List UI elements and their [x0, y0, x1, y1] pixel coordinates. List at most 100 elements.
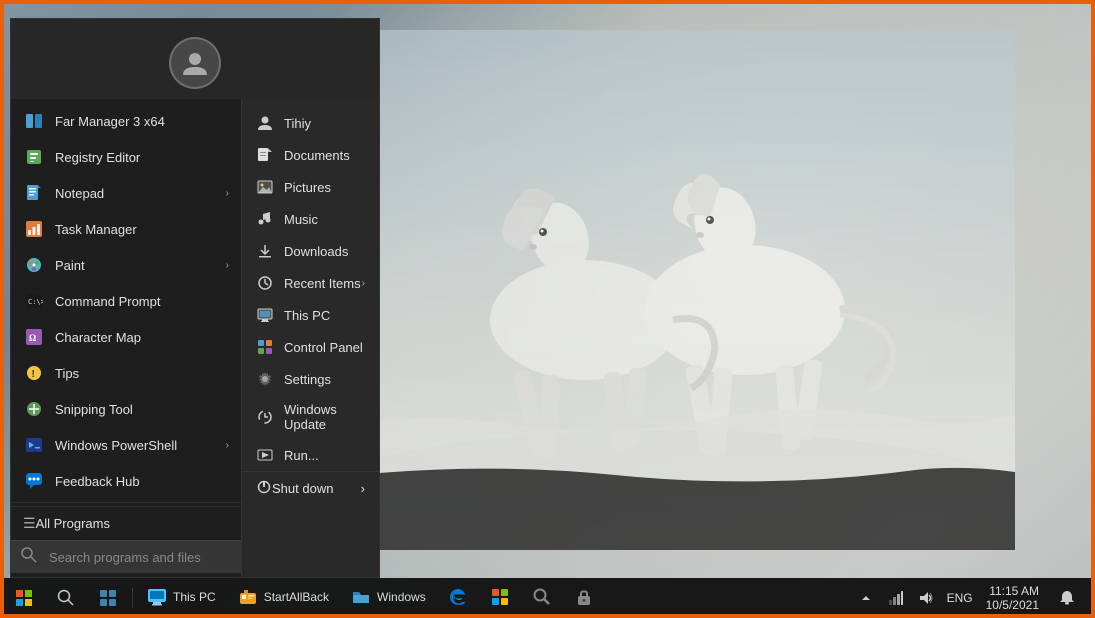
- documents-label: Documents: [284, 148, 350, 163]
- taskbar-app-magnifier[interactable]: [522, 578, 562, 618]
- control-panel-icon: [256, 338, 274, 356]
- right-item-downloads[interactable]: Downloads: [242, 235, 379, 267]
- windows-update-label: Windows Update: [284, 402, 365, 432]
- windows-powershell-icon: [23, 434, 45, 456]
- documents-icon: [256, 146, 274, 164]
- network-icon[interactable]: [882, 578, 910, 618]
- paint-icon: [23, 254, 45, 276]
- menu-item-far-manager[interactable]: Far Manager 3 x64: [11, 103, 241, 139]
- paint-label: Paint: [55, 258, 226, 273]
- all-programs-item[interactable]: ☰ All Programs: [11, 506, 241, 540]
- notepad-label: Notepad: [55, 186, 226, 201]
- menu-item-feedback-hub[interactable]: Feedback Hub: [11, 463, 241, 499]
- recent-items-arrow: ›: [362, 278, 365, 289]
- language-button[interactable]: ENG: [942, 578, 978, 618]
- notepad-arrow: ›: [226, 188, 229, 199]
- feedback-hub-icon: [23, 470, 45, 492]
- notification-button[interactable]: [1047, 578, 1087, 618]
- taskbar-app-startallback[interactable]: StartAllBack: [228, 578, 339, 618]
- menu-columns: Far Manager 3 x64 Registry Editor Notepa…: [11, 99, 379, 577]
- svg-text:Ω: Ω: [29, 333, 36, 343]
- character-map-label: Character Map: [55, 330, 229, 345]
- menu-item-paint[interactable]: Paint ›: [11, 247, 241, 283]
- search-bar: [11, 540, 241, 573]
- volume-status-icon: [918, 590, 934, 606]
- downloads-label: Downloads: [284, 244, 348, 259]
- windows-start-button[interactable]: [4, 578, 44, 618]
- menu-item-task-manager[interactable]: Task Manager: [11, 211, 241, 247]
- tips-icon: !: [23, 362, 45, 384]
- windows-folder-label: Windows: [377, 590, 426, 604]
- right-item-user[interactable]: Tihiy: [242, 107, 379, 139]
- menu-left-column: Far Manager 3 x64 Registry Editor Notepa…: [11, 99, 241, 577]
- task-manager-icon: [23, 218, 45, 240]
- right-item-control-panel[interactable]: Control Panel: [242, 331, 379, 363]
- windows-folder-icon: [351, 587, 371, 607]
- pictures-label: Pictures: [284, 180, 331, 195]
- recent-items-label: Recent Items: [284, 276, 361, 291]
- user-avatar[interactable]: [169, 37, 221, 89]
- edge-icon: [448, 587, 468, 607]
- right-item-windows-update[interactable]: Windows Update: [242, 395, 379, 439]
- this-pc-taskbar-icon: [147, 587, 167, 607]
- volume-icon[interactable]: [912, 578, 940, 618]
- clock[interactable]: 11:15 AM 10/5/2021: [980, 578, 1045, 618]
- menu-right-column: Tihiy Documents Pictures: [241, 99, 379, 577]
- taskbar-left: This PC StartAllBack Windows: [4, 578, 604, 618]
- snipping-tool-icon: [23, 398, 45, 420]
- windows-update-icon: [256, 408, 274, 426]
- menu-item-command-prompt[interactable]: C:\> Command Prompt: [11, 283, 241, 319]
- shutdown-item[interactable]: Shut down ›: [242, 471, 379, 505]
- search-input[interactable]: [49, 550, 231, 565]
- menu-item-character-map[interactable]: Ω Character Map: [11, 319, 241, 355]
- pictures-icon: [256, 178, 274, 196]
- all-programs-label: All Programs: [36, 516, 110, 531]
- right-item-settings[interactable]: Settings: [242, 363, 379, 395]
- run-icon: [256, 446, 274, 464]
- menu-divider: [11, 502, 241, 503]
- command-prompt-label: Command Prompt: [55, 294, 229, 309]
- taskbar: This PC StartAllBack Windows: [0, 578, 1095, 618]
- menu-item-windows-powershell[interactable]: Windows PowerShell ›: [11, 427, 241, 463]
- taskbar-search-button[interactable]: [46, 578, 86, 618]
- music-icon: [256, 210, 274, 228]
- menu-item-snipping-tool[interactable]: Snipping Tool: [11, 391, 241, 427]
- taskbar-app-this-pc[interactable]: This PC: [137, 578, 226, 618]
- desktop-wallpaper: [315, 30, 1015, 550]
- right-item-this-pc[interactable]: This PC: [242, 299, 379, 331]
- far-manager-label: Far Manager 3 x64: [55, 114, 229, 129]
- recent-items-icon: [256, 274, 274, 292]
- taskbar-app-bitlocker[interactable]: [564, 578, 604, 618]
- control-panel-label: Control Panel: [284, 340, 363, 355]
- taskbar-task-view-button[interactable]: [88, 578, 128, 618]
- windows-logo: [16, 590, 32, 606]
- svg-text:!: !: [32, 369, 35, 380]
- taskbar-app-windows[interactable]: Windows: [341, 578, 436, 618]
- svg-text:C:\>: C:\>: [28, 298, 43, 306]
- taskbar-divider-1: [132, 588, 133, 608]
- menu-item-tips[interactable]: ! Tips: [11, 355, 241, 391]
- command-prompt-icon: C:\>: [23, 290, 45, 312]
- notepad-icon: [23, 182, 45, 204]
- downloads-icon: [256, 242, 274, 260]
- windows-powershell-label: Windows PowerShell: [55, 438, 226, 453]
- right-item-music[interactable]: Music: [242, 203, 379, 235]
- registry-editor-label: Registry Editor: [55, 150, 229, 165]
- menu-item-registry-editor[interactable]: Registry Editor: [11, 139, 241, 175]
- right-item-recent[interactable]: Recent Items ›: [242, 267, 379, 299]
- task-manager-label: Task Manager: [55, 222, 229, 237]
- user-profile-section: [11, 19, 379, 99]
- taskbar-app-edge[interactable]: [438, 578, 478, 618]
- clock-time: 11:15 AM: [989, 584, 1039, 598]
- run-label: Run...: [284, 448, 319, 463]
- right-item-run[interactable]: Run...: [242, 439, 379, 471]
- shutdown-icon: [256, 479, 272, 498]
- taskbar-app-store[interactable]: [480, 578, 520, 618]
- right-item-documents[interactable]: Documents: [242, 139, 379, 171]
- powershell-arrow: ›: [226, 440, 229, 451]
- show-hidden-icons-button[interactable]: [852, 578, 880, 618]
- menu-item-notepad[interactable]: Notepad ›: [11, 175, 241, 211]
- user-link-icon: [256, 114, 274, 132]
- right-item-pictures[interactable]: Pictures: [242, 171, 379, 203]
- settings-icon: [256, 370, 274, 388]
